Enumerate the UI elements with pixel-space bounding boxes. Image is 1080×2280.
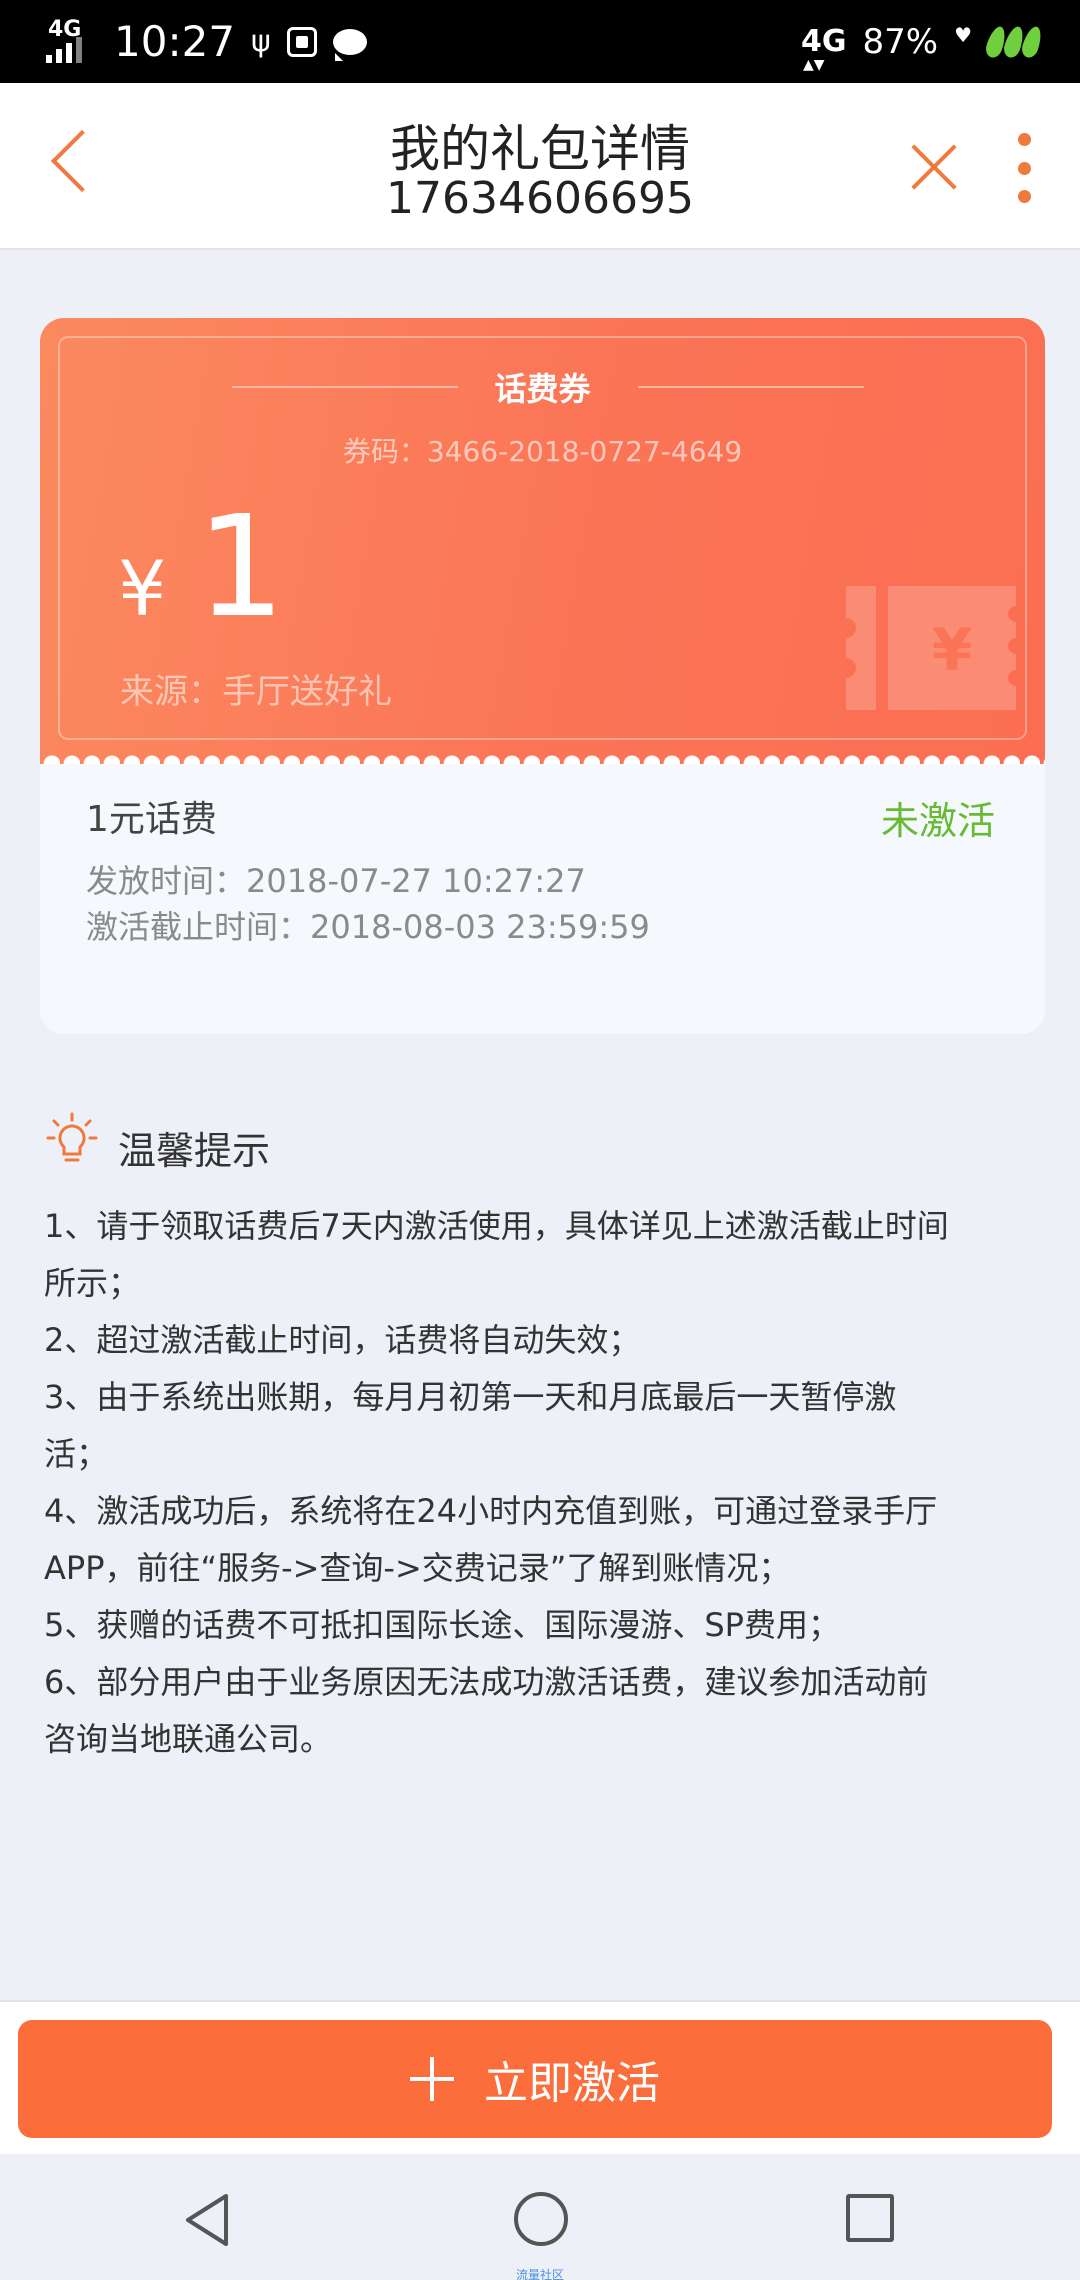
nav-home-icon[interactable] — [514, 2192, 568, 2246]
usb-debug-icon — [286, 26, 317, 57]
currency-symbol: ¥ — [118, 544, 167, 633]
tip-line: 所示； — [44, 1264, 141, 1302]
ticket-icon: ¥ — [846, 586, 1016, 710]
status-badge: 未激活 — [880, 799, 995, 843]
tip-line: 3、由于系统出账期，每月月初第一天和月底最后一天暂停激 — [44, 1378, 897, 1416]
coupon-type: 话费券 — [494, 370, 591, 408]
tips-header: 温馨提示 — [44, 1104, 270, 1175]
tips-title: 温馨提示 — [118, 1129, 271, 1173]
message-icon — [332, 28, 367, 61]
tips-list: 1、请于领取话费后7天内激活使用，具体详见上述激活截止时间 所示； 2、超过激活… — [44, 1198, 1044, 1768]
deadline-time: 激活截止时间：2018-08-03 23:59:59 — [86, 908, 650, 946]
coupon-code: 券码：3466-2018-0727-4649 — [342, 435, 743, 468]
tip-line: 1、请于领取话费后7天内激活使用，具体详见上述激活截止时间 — [44, 1207, 949, 1245]
more-button[interactable] — [1012, 133, 1036, 203]
dot-icon — [1017, 190, 1031, 203]
issue-time: 发放时间：2018-07-27 10:27:27 — [86, 862, 586, 900]
tip-line: 4、激活成功后，系统将在24小时内充值到账，可通过登录手厅 — [44, 1492, 938, 1530]
heart-icon: ♥ — [954, 22, 972, 47]
coupon-value: 1 — [196, 486, 286, 649]
tip-line: 活； — [44, 1435, 109, 1473]
coupon-scallop-edge — [40, 752, 1045, 764]
network-type-right: 4G ▲▼ — [800, 24, 847, 73]
coupon-border: 话费券 券码：3466-2018-0727-4649 ¥ 1 来源：手厅送好礼 … — [58, 336, 1027, 740]
signal-icon: 4G — [44, 17, 88, 67]
close-button[interactable] — [908, 141, 960, 193]
usb-icon: ψ — [251, 24, 271, 59]
tip-line: 6、部分用户由于业务原因无法成功激活话费，建议参加活动前 — [44, 1663, 929, 1701]
dot-icon — [1017, 161, 1031, 175]
coupon-source: 来源：手厅送好礼 — [120, 672, 392, 712]
status-time: 10:27 — [114, 17, 236, 66]
coupon-card: 话费券 券码：3466-2018-0727-4649 ¥ 1 来源：手厅送好礼 … — [40, 318, 1045, 764]
tip-line: APP，前往“服务->查询->交费记录”了解到账情况； — [44, 1549, 791, 1587]
gift-name: 1元话费 — [86, 799, 217, 840]
action-bar: 立即激活 — [0, 2000, 1080, 2154]
gift-details-card: 1元话费 未激活 发放时间：2018-07-27 10:27:27 激活截止时间… — [40, 764, 1045, 1034]
lightbulb-icon — [46, 1112, 98, 1161]
activate-label: 立即激活 — [484, 2058, 660, 2109]
plus-icon — [410, 2057, 454, 2101]
nav-recent-apps-icon[interactable] — [846, 2194, 894, 2242]
battery-percentage: 87% — [862, 21, 939, 62]
status-left: 4G 10:27 ψ — [44, 17, 367, 67]
svg-text:¥: ¥ — [932, 616, 972, 684]
dot-icon — [1017, 133, 1031, 146]
tip-line: 咨询当地联通公司。 — [44, 1720, 333, 1758]
tip-line: 5、获赠的话费不可抵扣国际长途、国际漫游、SP费用； — [44, 1606, 840, 1644]
status-bar: 4G 10:27 ψ 4G ▲▼ 87% ♥ — [0, 0, 1080, 83]
system-nav-bar: 流量社区 — [0, 2154, 1080, 2280]
nav-back-icon[interactable] — [182, 2192, 232, 2248]
watermark: 流量社区 — [515, 2268, 564, 2280]
tip-line: 2、超过激活截止时间，话费将自动失效； — [44, 1321, 641, 1359]
status-right: 4G ▲▼ 87% ♥ — [800, 21, 1045, 73]
coupon-amount: ¥ 1 — [118, 498, 285, 638]
battery-icon — [983, 23, 1045, 60]
app-header: 我的礼包详情 17634606695 — [0, 83, 1080, 250]
activate-button[interactable]: 立即激活 — [18, 2020, 1052, 2138]
